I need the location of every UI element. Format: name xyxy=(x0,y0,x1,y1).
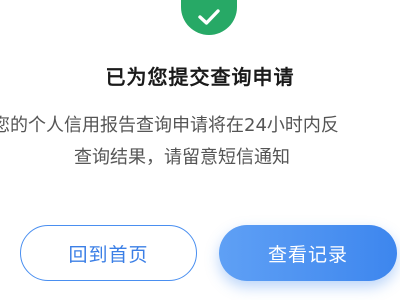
page-title: 已为您提交查询申请 xyxy=(105,65,295,89)
back-to-home-button[interactable]: 回到首页 xyxy=(20,225,197,281)
checkmark-icon xyxy=(198,9,220,25)
status-message: 您的个人信用报告查询申请将在24小时内反 查询结果，请留意短信通知 xyxy=(0,110,400,174)
view-records-button[interactable]: 查看记录 xyxy=(219,225,397,281)
check-circle-icon xyxy=(181,0,237,35)
status-message-line-1: 您的个人信用报告查询申请将在24小时内反 xyxy=(0,115,339,136)
status-message-line-2: 查询结果，请留意短信通知 xyxy=(74,147,290,168)
submission-success-screen: 已为您提交查询申请 您的个人信用报告查询申请将在24小时内反 查询结果，请留意短… xyxy=(0,0,400,300)
